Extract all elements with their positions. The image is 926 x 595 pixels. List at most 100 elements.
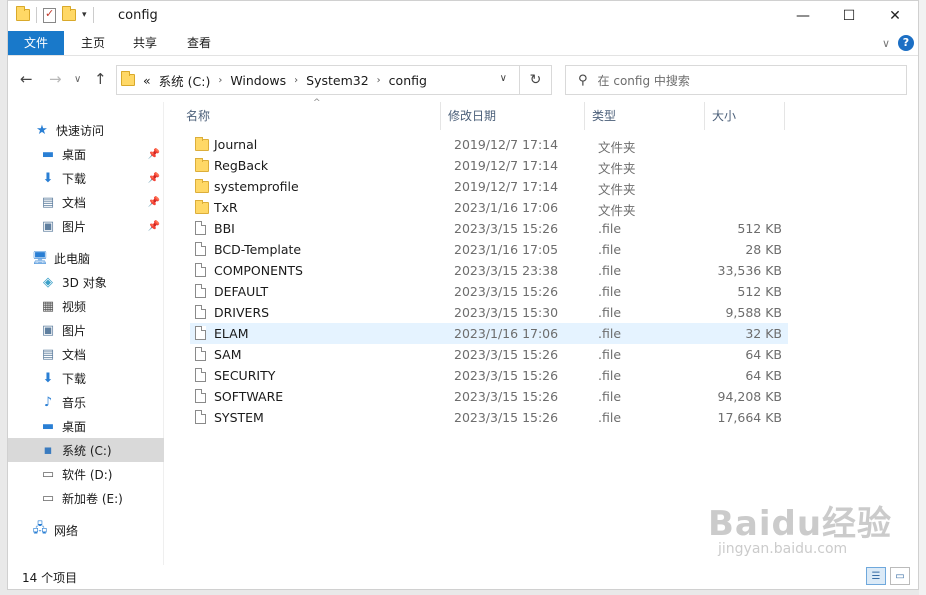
pin-icon[interactable]: 📌 (148, 197, 160, 208)
sidebar-item-music[interactable]: ♪ 音乐 (8, 390, 164, 414)
file-icon (195, 368, 206, 382)
column-divider[interactable] (584, 102, 585, 130)
column-header-name[interactable]: 名称 (186, 102, 210, 130)
file-icon (195, 284, 206, 298)
tab-file[interactable]: 文件 (8, 31, 64, 55)
file-type: .file (598, 326, 622, 341)
chevron-down-icon[interactable]: ∨ (500, 73, 507, 84)
sidebar-item-downloads[interactable]: ⬇ 下载 📌 (8, 166, 164, 190)
file-name: COMPONENTS (214, 263, 303, 278)
expand-ribbon-icon[interactable]: ∨ (882, 37, 890, 50)
folder-icon (16, 6, 30, 21)
sidebar-item-label: 此电脑 (54, 251, 91, 266)
file-type: .file (598, 347, 622, 362)
help-icon[interactable]: ? (898, 35, 914, 51)
column-divider[interactable] (784, 102, 785, 130)
table-row[interactable]: DRIVERS 2023/3/15 15:30 .file 9,588 KB (190, 302, 788, 323)
large-icons-view-icon[interactable]: ▭ (890, 567, 910, 585)
table-row[interactable]: SOFTWARE 2023/3/15 15:26 .file 94,208 KB (190, 386, 788, 407)
toolbar-divider (36, 7, 37, 23)
pin-icon[interactable]: 📌 (148, 221, 160, 232)
column-header-type[interactable]: 类型 (592, 102, 616, 130)
sidebar-item-desktop-pc[interactable]: ▬ 桌面 (8, 414, 164, 438)
explorer-window: ▾ config — ☐ ✕ 文件 主页 共享 查看 ∨ ? ← → ∨ ↑ «… (7, 0, 919, 590)
forward-arrow-icon[interactable]: → (49, 70, 62, 88)
new-folder-icon[interactable] (62, 6, 76, 21)
table-row[interactable]: TxR 2023/1/16 17:06 文件夹 (190, 197, 788, 218)
breadcrumb-drive[interactable]: 系统 (C:) (159, 71, 211, 90)
table-row[interactable]: SAM 2023/3/15 15:26 .file 64 KB (190, 344, 788, 365)
file-name: SECURITY (214, 368, 276, 383)
table-row[interactable]: SYSTEM 2023/3/15 15:26 .file 17,664 KB (190, 407, 788, 428)
sidebar-item-downloads-pc[interactable]: ⬇ 下载 (8, 366, 164, 390)
search-input[interactable]: 在 config 中搜索 (598, 72, 690, 89)
sidebar-item-network[interactable]: 🖧 网络 (8, 518, 164, 542)
refresh-icon[interactable]: ↻ (519, 66, 551, 94)
table-row[interactable]: Journal 2019/12/7 17:14 文件夹 (190, 134, 788, 155)
tab-home[interactable]: 主页 (78, 31, 108, 55)
drive-icon: ▭ (41, 490, 55, 506)
column-header-date[interactable]: 修改日期 (448, 102, 496, 130)
file-type: .file (598, 221, 622, 236)
file-date: 2019/12/7 17:14 (454, 137, 559, 152)
sidebar-item-videos[interactable]: ▦ 视频 (8, 294, 164, 318)
breadcrumb: « 系统 (C:) › Windows › System32 › config (143, 71, 427, 90)
table-row[interactable]: DEFAULT 2023/3/15 15:26 .file 512 KB (190, 281, 788, 302)
chevron-right-icon[interactable]: › (218, 75, 222, 86)
address-bar[interactable]: « 系统 (C:) › Windows › System32 › config … (116, 65, 552, 95)
windows-drive-icon: ▪ (43, 442, 53, 458)
tab-share[interactable]: 共享 (130, 31, 160, 55)
sidebar-item-drive-c[interactable]: ▪ 系统 (C:) (8, 438, 164, 462)
column-divider[interactable] (704, 102, 705, 130)
sidebar-item-drive-e[interactable]: ▭ 新加卷 (E:) (8, 486, 164, 510)
properties-icon[interactable] (43, 7, 56, 23)
details-view-icon[interactable]: ☰ (866, 567, 886, 585)
sidebar-item-documents-pc[interactable]: ▤ 文档 (8, 342, 164, 366)
file-name: TxR (214, 200, 238, 215)
file-date: 2023/3/15 15:30 (454, 305, 559, 320)
breadcrumb-overflow[interactable]: « (143, 73, 151, 88)
chevron-right-icon[interactable]: › (377, 75, 381, 86)
desktop-icon: ▬ (41, 146, 55, 162)
sidebar-item-pictures-pc[interactable]: ▣ 图片 (8, 318, 164, 342)
customize-toolbar-icon[interactable]: ▾ (82, 10, 87, 20)
file-date: 2019/12/7 17:14 (454, 158, 559, 173)
sidebar-item-desktop[interactable]: ▬ 桌面 📌 (8, 142, 164, 166)
sidebar-item-pictures[interactable]: ▣ 图片 📌 (8, 214, 164, 238)
sidebar-item-this-pc[interactable]: 🖥 此电脑 (8, 246, 164, 270)
table-row[interactable]: COMPONENTS 2023/3/15 23:38 .file 33,536 KB (190, 260, 788, 281)
desktop-icon: ▬ (41, 418, 55, 434)
breadcrumb-windows[interactable]: Windows (230, 73, 286, 88)
file-type: 文件夹 (598, 182, 636, 197)
column-header-size[interactable]: 大小 (712, 102, 736, 130)
maximize-button[interactable]: ☐ (826, 1, 872, 31)
tab-view[interactable]: 查看 (184, 31, 214, 55)
sidebar-item-3d-objects[interactable]: ◈ 3D 对象 (8, 270, 164, 294)
breadcrumb-config[interactable]: config (389, 73, 427, 88)
sidebar-item-quick-access[interactable]: ★ 快速访问 (8, 118, 164, 142)
pin-icon[interactable]: 📌 (148, 149, 160, 160)
table-row[interactable]: BCD-Template 2023/1/16 17:05 .file 28 KB (190, 239, 788, 260)
breadcrumb-system32[interactable]: System32 (306, 73, 369, 88)
file-date: 2023/1/16 17:06 (454, 200, 559, 215)
minimize-button[interactable]: — (780, 1, 826, 31)
back-arrow-icon[interactable]: ← (20, 70, 33, 88)
file-date: 2023/3/15 15:26 (454, 389, 559, 404)
chevron-right-icon[interactable]: › (294, 75, 298, 86)
table-row[interactable]: BBI 2023/3/15 15:26 .file 512 KB (190, 218, 788, 239)
sidebar-item-documents[interactable]: ▤ 文档 📌 (8, 190, 164, 214)
recent-locations-icon[interactable]: ∨ (74, 74, 81, 85)
sidebar-item-drive-d[interactable]: ▭ 软件 (D:) (8, 462, 164, 486)
column-divider[interactable] (440, 102, 441, 130)
search-box[interactable]: ⚲ 在 config 中搜索 (565, 65, 907, 95)
pin-icon[interactable]: 📌 (148, 173, 160, 184)
close-button[interactable]: ✕ (872, 1, 918, 31)
network-icon: 🖧 (32, 521, 48, 536)
table-row[interactable]: SECURITY 2023/3/15 15:26 .file 64 KB (190, 365, 788, 386)
up-arrow-icon[interactable]: ↑ (94, 70, 107, 88)
file-icon (195, 410, 206, 424)
table-row[interactable]: ELAM 2023/1/16 17:06 .file 32 KB (190, 323, 788, 344)
table-row[interactable]: RegBack 2019/12/7 17:14 文件夹 (190, 155, 788, 176)
file-type: .file (598, 305, 622, 320)
table-row[interactable]: systemprofile 2019/12/7 17:14 文件夹 (190, 176, 788, 197)
